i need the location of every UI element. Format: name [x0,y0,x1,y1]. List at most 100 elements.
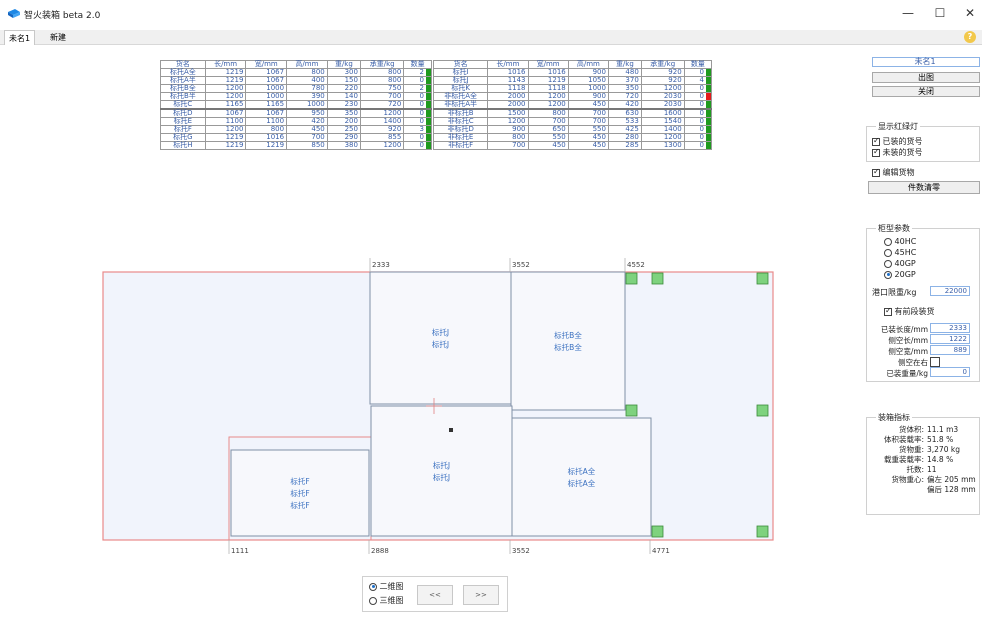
table-row[interactable]: 非标托A半 2000 1200 450 420 2030 0 [432,100,713,110]
table-cell[interactable]: 380 [326,141,361,150]
unloaded-goods-checkbox[interactable] [872,147,880,157]
quantity-cell[interactable]: 0 [403,76,432,85]
table-cell[interactable]: 1219 [204,141,247,150]
loaded-weight-input[interactable]: 0 [930,367,970,377]
table-cell[interactable]: 450 [567,141,609,150]
side-width-input[interactable]: 889 [930,345,970,355]
table-row[interactable]: 标托C 1165 1165 1000 230 720 0 [160,100,432,110]
quantity-cell[interactable]: 0 [683,92,713,101]
next-button[interactable]: >> [463,585,499,605]
table-cell[interactable]: 450 [567,100,609,110]
container-type-20gp[interactable]: 20GP [884,270,916,279]
quantity-cell[interactable]: 0 [683,84,713,93]
side-right-checkbox[interactable] [930,357,940,367]
table-cell[interactable]: 2030 [640,100,685,110]
stat-row: 货物重心: 偏左 205 mm [868,475,980,485]
edit-goods-checkbox[interactable] [872,167,880,177]
cell-value: 900 [592,68,606,76]
front-loaded-option[interactable]: 有前段装货 [884,306,935,317]
radio-40hc[interactable] [884,237,892,246]
unloaded-goods-option[interactable]: 未装的货号 [872,147,923,158]
table-cell[interactable]: 720 [359,100,405,110]
radio-45hc[interactable] [884,248,892,257]
cell-value: 280 [625,133,639,141]
table-cell[interactable]: 850 [286,141,328,150]
quantity-cell[interactable]: 0 [683,117,713,126]
project-name-input[interactable]: 未名1 [872,57,980,67]
view-3d-option[interactable]: 三维图 [369,595,404,606]
close-button[interactable]: 关闭 [872,86,980,97]
tab-unnamed1[interactable]: 未名1 [4,30,36,45]
cell-value: 1200 [547,92,566,100]
goods-name-cell[interactable]: 标托H [160,141,206,150]
cell-value: 0 [699,117,704,125]
table-cell[interactable]: 285 [607,141,642,150]
quantity-cell[interactable]: 0 [403,117,432,126]
prev-button[interactable]: << [417,585,453,605]
export-button[interactable]: 出图 [872,72,980,83]
quantity-cell[interactable]: 0 [683,133,713,142]
cell-value: 800 [552,109,566,117]
table-cell[interactable]: 450 [527,141,569,150]
table-row[interactable]: 非标托F 700 450 450 285 1300 0 [432,141,713,150]
view-2d-option[interactable]: 二维图 [369,581,404,592]
table-cell[interactable]: 1300 [640,141,685,150]
cell-value: 420 [625,100,639,108]
quantity-cell[interactable]: 2 [403,68,432,77]
radio-20gp[interactable] [884,270,892,279]
port-limit-input[interactable]: 22000 [930,286,970,296]
quantity-cell[interactable]: 0 [683,68,713,77]
table-row[interactable]: 标托H 1219 1219 850 380 1200 0 [160,141,432,150]
help-icon[interactable]: ? [964,31,976,43]
table-cell[interactable]: 420 [607,100,642,110]
table-cell[interactable]: 1200 [359,141,405,150]
table-cell[interactable]: 1165 [245,100,288,110]
table-cell[interactable]: 1165 [204,100,247,110]
quantity-cell[interactable]: 4 [683,76,713,85]
close-window-button[interactable]: ✕ [958,5,982,21]
table-cell[interactable]: 2000 [487,100,529,110]
loaded-goods-label: 已装的货号 [882,137,923,146]
radio-2d[interactable] [369,582,377,591]
quantity-cell[interactable]: 0 [403,133,432,142]
cell-value: 1200 [225,84,244,92]
quantity-cell[interactable]: 0 [403,141,432,150]
reset-count-button[interactable]: 件数清零 [868,181,980,194]
tab-new[interactable]: 新建 [46,30,70,45]
quantity-cell[interactable]: 0 [683,108,713,118]
maximize-button[interactable]: ☐ [928,5,952,21]
cell-value: 0 [699,84,704,92]
table-cell[interactable]: 1000 [286,100,328,110]
cell-value: 1000 [266,84,285,92]
goods-name-cell[interactable]: 标托C [160,100,206,110]
loaded-length-input[interactable]: 2333 [930,323,970,333]
table-cell[interactable]: 1200 [527,100,569,110]
quantity-cell[interactable]: 3 [403,125,432,134]
loaded-goods-checkbox[interactable] [872,136,880,146]
quantity-cell[interactable]: 0 [403,92,432,101]
cell-value: 标托B半 [169,92,196,100]
table-cell[interactable]: 230 [326,100,361,110]
edit-goods-option[interactable]: 编辑货物 [872,167,915,178]
container-type-45hc[interactable]: 45HC [884,248,916,257]
quantity-cell[interactable]: 0 [683,100,713,110]
goods-name-cell[interactable]: 非标托A半 [432,100,489,110]
container-type-label: 20GP [894,270,916,279]
quantity-cell[interactable]: 0 [403,108,432,118]
radio-3d[interactable] [369,596,377,605]
quantity-cell[interactable]: 2 [403,84,432,93]
quantity-cell[interactable]: 0 [683,141,713,150]
loaded-goods-option[interactable]: 已装的货号 [872,136,923,147]
layout-canvas[interactable]: 标托J标托J标托B全标托B全标托F标托F标托F标托J标托J标托A全标托A全233… [0,250,790,575]
minimize-button[interactable]: — [896,5,920,21]
front-loaded-checkbox[interactable] [884,306,892,316]
container-type-40hc[interactable]: 40HC [884,237,916,246]
side-length-input[interactable]: 1222 [930,334,970,344]
table-cell[interactable]: 1219 [245,141,288,150]
radio-40gp[interactable] [884,259,892,268]
container-type-40gp[interactable]: 40GP [884,259,916,268]
table-cell[interactable]: 700 [487,141,529,150]
goods-name-cell[interactable]: 非标托F [432,141,489,150]
quantity-cell[interactable]: 0 [683,125,713,134]
quantity-cell[interactable]: 0 [403,100,432,110]
